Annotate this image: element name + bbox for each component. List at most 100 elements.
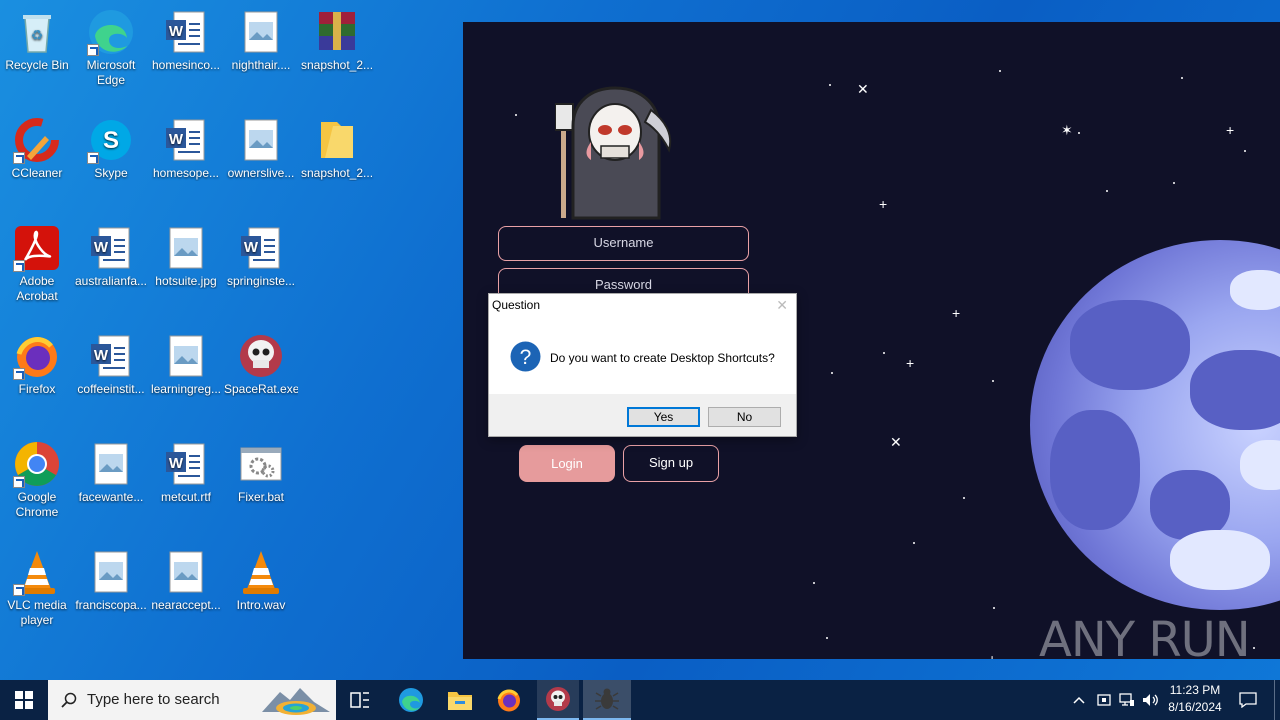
action-center-button[interactable]	[1234, 680, 1262, 720]
desktop-icon-label: snapshot_2...	[300, 58, 374, 72]
image-file-icon	[237, 8, 285, 56]
word-file-desktop-icon[interactable]: W metcut.rtf	[149, 440, 223, 505]
word-document-icon: W	[162, 8, 210, 56]
folder-desktop-icon[interactable]: snapshot_2...	[300, 116, 374, 181]
folder-icon	[313, 116, 361, 164]
network-icon	[1119, 693, 1134, 706]
file-explorer-icon	[448, 692, 472, 710]
question-dialog: Question ✕ ? Do you want to create Deskt…	[488, 293, 797, 437]
recycle-bin-desktop-icon[interactable]: ♻ Recycle Bin	[0, 8, 74, 73]
word-document-icon: W	[87, 332, 135, 380]
winrar-archive-icon	[313, 8, 361, 56]
search-highlight-landscape-icon	[262, 688, 330, 715]
dialog-message: Do you want to create Desktop Shortcuts?	[550, 351, 775, 365]
image-file-desktop-icon[interactable]: franciscopa...	[74, 548, 148, 613]
recycle-bin-icon: ♻	[13, 8, 61, 56]
image-file-icon	[237, 116, 285, 164]
desktop-icon-label: learningreg...	[150, 382, 222, 396]
svg-text:W: W	[169, 455, 184, 472]
task-view-button[interactable]	[340, 680, 380, 720]
signup-button[interactable]: Sign up	[623, 445, 719, 482]
taskbar-firefox-button[interactable]	[489, 680, 529, 720]
desktop-icon-label: hotsuite.jpg	[155, 274, 217, 288]
google-chrome-desktop-icon[interactable]: Google Chrome	[0, 440, 74, 520]
image-file-icon	[87, 548, 135, 596]
username-input[interactable]: Username	[498, 226, 749, 261]
edge-icon	[87, 8, 135, 56]
yes-button[interactable]: Yes	[627, 407, 700, 427]
image-file-desktop-icon[interactable]: facewante...	[74, 440, 148, 505]
desktop-icon-label: australianfa...	[74, 274, 148, 288]
show-desktop-button[interactable]	[1274, 680, 1280, 720]
skype-icon: S	[87, 116, 135, 164]
fixer-bat-desktop-icon[interactable]: Fixer.bat	[224, 440, 298, 505]
desktop-icon-label: metcut.rtf	[160, 490, 211, 504]
firefox-icon	[13, 332, 61, 380]
vlc-desktop-icon[interactable]: VLC media player	[0, 548, 74, 628]
image-file-icon	[87, 440, 135, 488]
word-file-desktop-icon[interactable]: W coffeeinstit...	[74, 332, 148, 397]
intro-wav-desktop-icon[interactable]: Intro.wav	[224, 548, 298, 613]
svg-text:W: W	[169, 131, 184, 148]
word-file-desktop-icon[interactable]: W australianfa...	[74, 224, 148, 289]
taskbar: Type here to search 11:23 PM 8/16/2024	[0, 680, 1280, 720]
desktop-icon-label: facewante...	[78, 490, 144, 504]
svg-text:W: W	[94, 347, 109, 364]
desktop-icon-label: Adobe Acrobat	[16, 274, 58, 303]
image-file-desktop-icon[interactable]: hotsuite.jpg	[149, 224, 223, 289]
show-hidden-icons-button[interactable]	[1069, 680, 1089, 720]
chrome-icon	[13, 440, 61, 488]
rar-archive-desktop-icon[interactable]: snapshot_2...	[300, 8, 374, 73]
firefox-icon	[497, 689, 520, 712]
skype-desktop-icon[interactable]: S Skype	[74, 116, 148, 181]
desktop-icon-label: franciscopa...	[75, 598, 147, 612]
word-file-desktop-icon[interactable]: W homesinco...	[149, 8, 223, 73]
dialog-close-icon[interactable]: ✕	[776, 297, 788, 314]
image-file-icon	[162, 224, 210, 272]
taskbar-spacerat-button[interactable]	[537, 680, 579, 720]
svg-text:S: S	[103, 127, 119, 154]
taskbar-edge-button[interactable]	[391, 680, 431, 720]
image-file-desktop-icon[interactable]: nearaccept...	[149, 548, 223, 613]
image-file-desktop-icon[interactable]: nighthair....	[224, 8, 298, 73]
tray-network-button[interactable]	[1117, 680, 1137, 720]
desktop-icon-label: ownerslive...	[227, 166, 295, 180]
desktop-icon-label: SpaceRat.exe	[224, 382, 298, 396]
tray-volume-button[interactable]	[1140, 680, 1162, 720]
adobe-acrobat-desktop-icon[interactable]: Adobe Acrobat	[0, 224, 74, 304]
word-file-desktop-icon[interactable]: W springinste...	[224, 224, 298, 289]
firefox-desktop-icon[interactable]: Firefox	[0, 332, 74, 397]
batch-file-gear-icon	[237, 440, 285, 488]
ccleaner-desktop-icon[interactable]: CCleaner	[0, 116, 74, 181]
svg-text:?: ?	[520, 346, 532, 369]
notification-icon	[1239, 692, 1257, 708]
bug-icon	[595, 688, 619, 710]
login-button[interactable]: Login	[519, 445, 615, 482]
taskbar-bug-app-button[interactable]	[583, 680, 631, 720]
image-file-desktop-icon[interactable]: learningreg...	[149, 332, 223, 397]
image-file-desktop-icon[interactable]: ownerslive...	[224, 116, 298, 181]
anyrun-watermark: ANY RUN	[1039, 612, 1251, 668]
moon-illustration	[1030, 240, 1280, 610]
microsoft-edge-desktop-icon[interactable]: Microsoft Edge	[74, 8, 148, 88]
taskbar-file-explorer-button[interactable]	[440, 680, 480, 720]
vlc-cone-icon	[13, 548, 61, 596]
start-button[interactable]	[0, 680, 48, 720]
word-document-icon: W	[162, 440, 210, 488]
svg-text:♻: ♻	[31, 27, 44, 43]
task-view-icon	[350, 692, 369, 708]
edge-icon	[399, 688, 423, 712]
search-placeholder: Type here to search	[87, 691, 220, 708]
clock-date: 8/16/2024	[1168, 700, 1222, 714]
desktop-icon-label: springinste...	[226, 274, 296, 288]
no-button[interactable]: No	[708, 407, 781, 427]
word-file-desktop-icon[interactable]: W homesope...	[149, 116, 223, 181]
tray-device-icon-button[interactable]	[1094, 680, 1114, 720]
svg-text:W: W	[94, 239, 109, 256]
desktop-icon-label: Microsoft Edge	[86, 58, 136, 87]
desktop-icon-label: Intro.wav	[236, 598, 286, 612]
taskbar-search-box[interactable]: Type here to search	[48, 680, 336, 720]
word-document-icon: W	[237, 224, 285, 272]
spacerat-exe-desktop-icon[interactable]: SpaceRat.exe	[224, 332, 298, 397]
clock[interactable]: 11:23 PM 8/16/2024	[1162, 683, 1228, 714]
